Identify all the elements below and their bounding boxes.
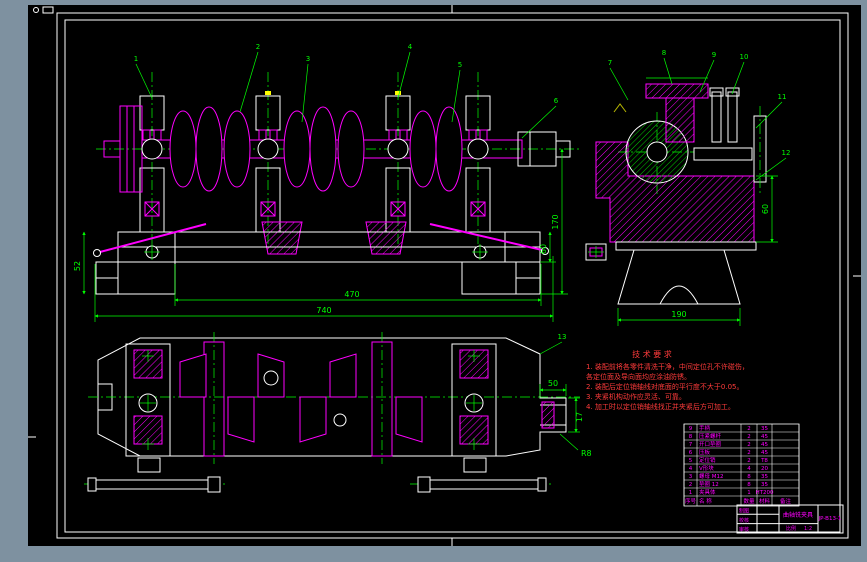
- notes-line: 1. 装配前将各零件清洗干净，中间定位孔不许碰伤，: [586, 362, 749, 371]
- dim-front-right-height: 170: [551, 214, 560, 229]
- bom-cell: 6: [689, 450, 693, 456]
- bom-header-cell: 名 称: [699, 497, 712, 505]
- bom-cell: 8: [689, 434, 693, 440]
- dim-section-base-width: 190: [671, 310, 686, 319]
- callout-balloon: 10: [740, 53, 749, 61]
- bom-cell: 1: [747, 490, 751, 496]
- stud-bolt: [727, 91, 738, 143]
- bom-cell: 35: [761, 426, 768, 432]
- title-role-3: 审核: [739, 526, 749, 533]
- notes-line: 3. 夹紧机构动作应灵活、可靠。: [586, 392, 686, 401]
- tongue-insert: [541, 401, 555, 429]
- bom-cell: 2: [689, 482, 693, 488]
- callout-balloon: 6: [554, 97, 559, 105]
- dim-front-left-height: 52: [73, 261, 82, 271]
- bom-cell: 夹具体: [699, 488, 716, 496]
- dim-plan-radius: R8: [581, 449, 592, 458]
- bom-cell: 35: [761, 474, 768, 480]
- pedestal-foot: [617, 249, 741, 305]
- v-block-saddle: [261, 221, 303, 255]
- drawing-sheet: [28, 5, 861, 546]
- bom-cell: 手柄: [699, 424, 711, 432]
- v-block-saddle: [365, 221, 407, 255]
- bom-header-cell: 备注: [780, 497, 792, 505]
- bom-cell: 螺母 M12: [699, 472, 724, 480]
- callout-balloon: 13: [558, 333, 567, 341]
- callout-balloon: 12: [782, 149, 791, 157]
- clamp-plate-section: [645, 83, 709, 99]
- notes-line: 2. 装配后定位销轴线对底面的平行度不大于0.05。: [586, 382, 744, 391]
- dim-front-width: 470: [344, 290, 359, 299]
- callout-balloon: 1: [134, 55, 138, 63]
- dim-plan-tongue-width: 50: [548, 379, 558, 388]
- clamp-column-section: [665, 97, 695, 143]
- bom-cell: 45: [761, 442, 768, 448]
- bom-cell: 8: [747, 474, 751, 480]
- callout-balloon: 11: [778, 93, 787, 101]
- notes-line: 各定位面及导向面均应涂油防锈。: [586, 372, 691, 381]
- dim-section-body-height: 60: [761, 204, 770, 214]
- stud-bolt: [711, 91, 722, 143]
- bom-cell: 8: [747, 482, 751, 488]
- bom-cell: 4: [747, 466, 751, 472]
- cad-viewer-background: 470 740 52 60 170 190 60 50 17 R8 技 术 要 …: [0, 0, 867, 562]
- callout-balloon: 5: [458, 61, 462, 69]
- title-role-2: 校核: [739, 517, 749, 524]
- bom-cell: V形块: [699, 464, 714, 472]
- cad-drawing-canvas: 470 740 52 60 170 190 60 50 17 R8 技 术 要 …: [0, 0, 867, 562]
- pedestal-plate: [615, 241, 757, 251]
- bom-header-cell: 序号: [685, 497, 697, 505]
- title-scale-label: 比例: [786, 525, 796, 532]
- callout-balloon: 7: [608, 59, 612, 67]
- dim-front-base-height: 60: [539, 244, 548, 254]
- bom-cell: 垫圈 12: [699, 480, 719, 488]
- bom-cell: 7: [689, 442, 693, 448]
- title-drawing-name: 曲轴铣夹具: [783, 511, 813, 519]
- bom-cell: 定位销: [699, 456, 716, 464]
- bom-cell: 2: [747, 426, 751, 432]
- bom-cell: 45: [761, 434, 768, 440]
- callout-balloon: 2: [256, 43, 260, 51]
- bom-cell: 2: [747, 442, 751, 448]
- dim-front-total-width: 740: [316, 306, 331, 315]
- bom-cell: 20: [761, 466, 768, 472]
- clamp-mark: [265, 91, 271, 95]
- dim-plan-tongue-height: 17: [575, 412, 584, 422]
- bom-cell: 压板: [699, 448, 711, 456]
- callout-balloon: 4: [408, 43, 413, 51]
- bom-header-cell: 数量: [743, 497, 755, 505]
- bom-cell: 开口垫圈: [699, 440, 722, 448]
- notes-line: 4. 加工时以定位销轴线找正并夹紧后方可加工。: [586, 402, 735, 411]
- bom-cell: 2: [747, 450, 751, 456]
- bom-cell: 2: [747, 434, 751, 440]
- bom-cell: 4: [689, 466, 693, 472]
- title-role-1: 制图: [739, 508, 749, 515]
- callout-balloon: 8: [662, 49, 666, 57]
- cross-rod: [693, 147, 753, 161]
- bom-cell: 5: [689, 458, 693, 464]
- bom-cell: 1: [689, 490, 693, 496]
- bom-cell: 压紧螺杆: [699, 432, 722, 440]
- bom-cell: 9: [689, 426, 693, 432]
- bom-cell: T8: [760, 458, 768, 464]
- bom-cell: 35: [761, 482, 768, 488]
- bom-cell: 2: [747, 458, 751, 464]
- bom-cell: 45: [761, 450, 768, 456]
- title-scale-value: 1:2: [804, 526, 812, 532]
- callout-balloon: 3: [306, 55, 310, 63]
- callout-balloon: 9: [712, 51, 716, 59]
- bom-cell: HT200: [756, 490, 774, 496]
- notes-title: 技 术 要 求: [632, 349, 672, 359]
- bom-cell: 3: [689, 474, 693, 480]
- clamp-mark: [395, 91, 401, 95]
- bom-header-cell: 材料: [759, 497, 771, 505]
- title-drawing-number: JP-B13-1: [818, 516, 842, 522]
